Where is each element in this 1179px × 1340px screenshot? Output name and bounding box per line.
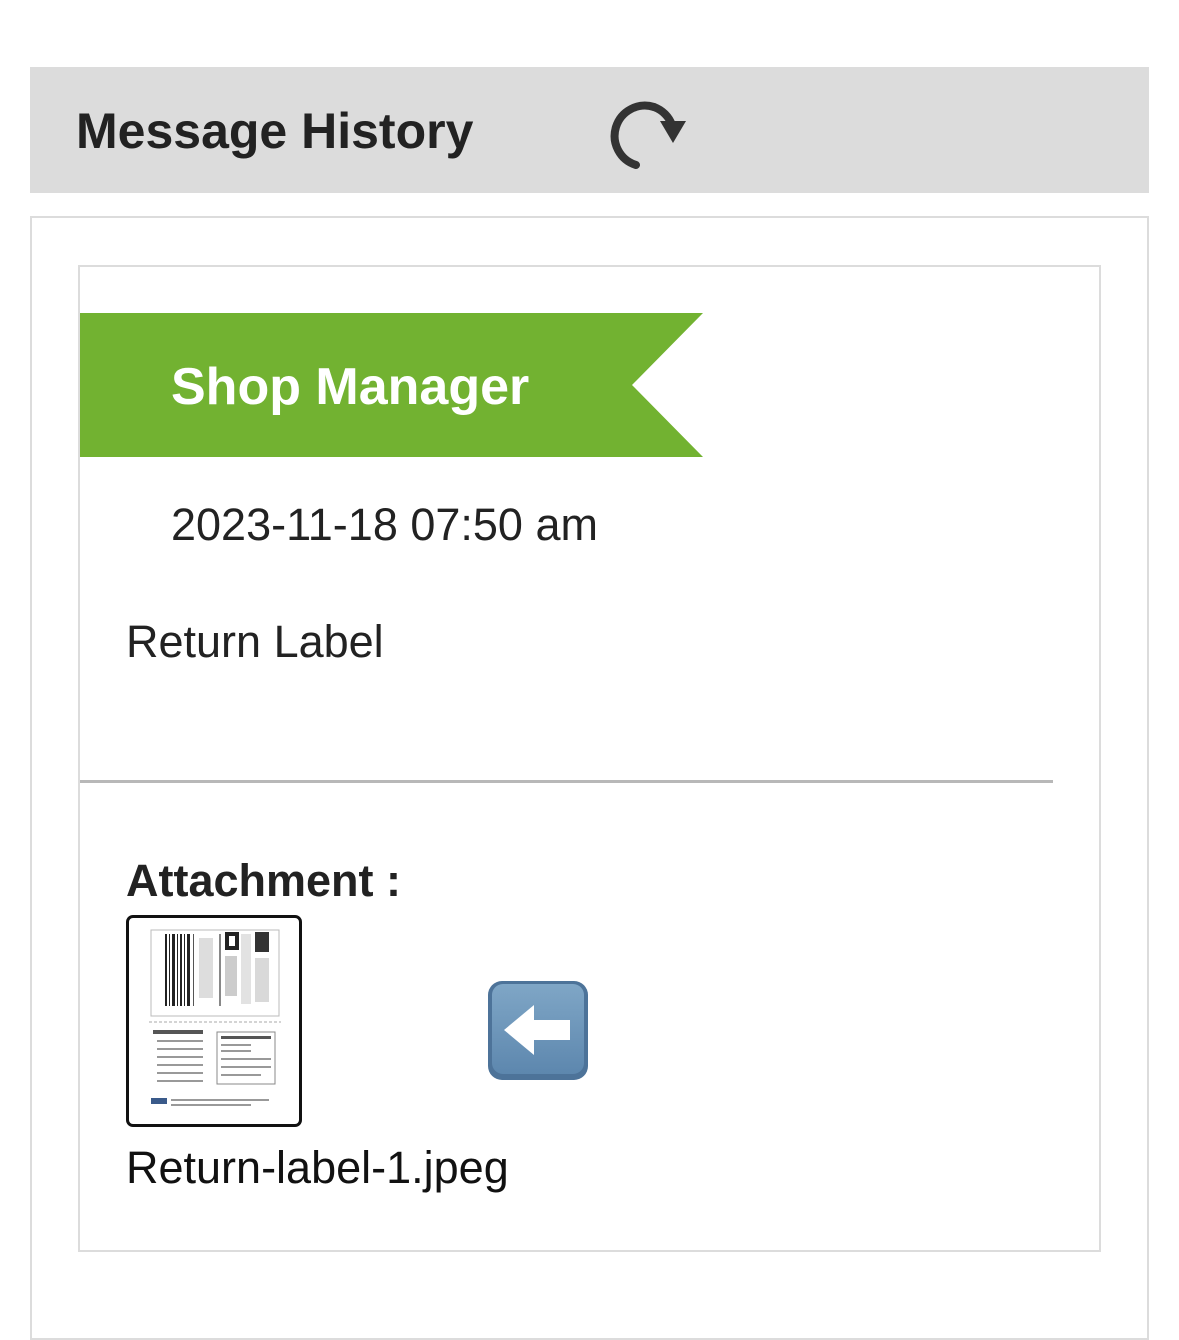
refresh-icon xyxy=(610,101,686,169)
sender-name: Shop Manager xyxy=(171,358,530,416)
left-arrow-icon xyxy=(488,981,588,1080)
message-history-header: Message History xyxy=(30,67,1149,193)
refresh-button[interactable] xyxy=(608,99,690,171)
divider xyxy=(80,780,1053,783)
attachment-filename-link[interactable]: Return-label-1.jpeg xyxy=(126,1140,509,1196)
page-title: Message History xyxy=(76,103,474,159)
shipping-label-thumbnail xyxy=(149,929,281,1106)
sender-ribbon: Shop Manager xyxy=(80,313,703,457)
attachment-heading: Attachment : xyxy=(126,855,402,906)
message-body: Return Label xyxy=(126,616,384,667)
attachment-thumbnail[interactable] xyxy=(126,915,302,1127)
left-arrow-button[interactable] xyxy=(486,979,590,1082)
message-timestamp: 2023-11-18 07:50 am xyxy=(171,499,598,550)
